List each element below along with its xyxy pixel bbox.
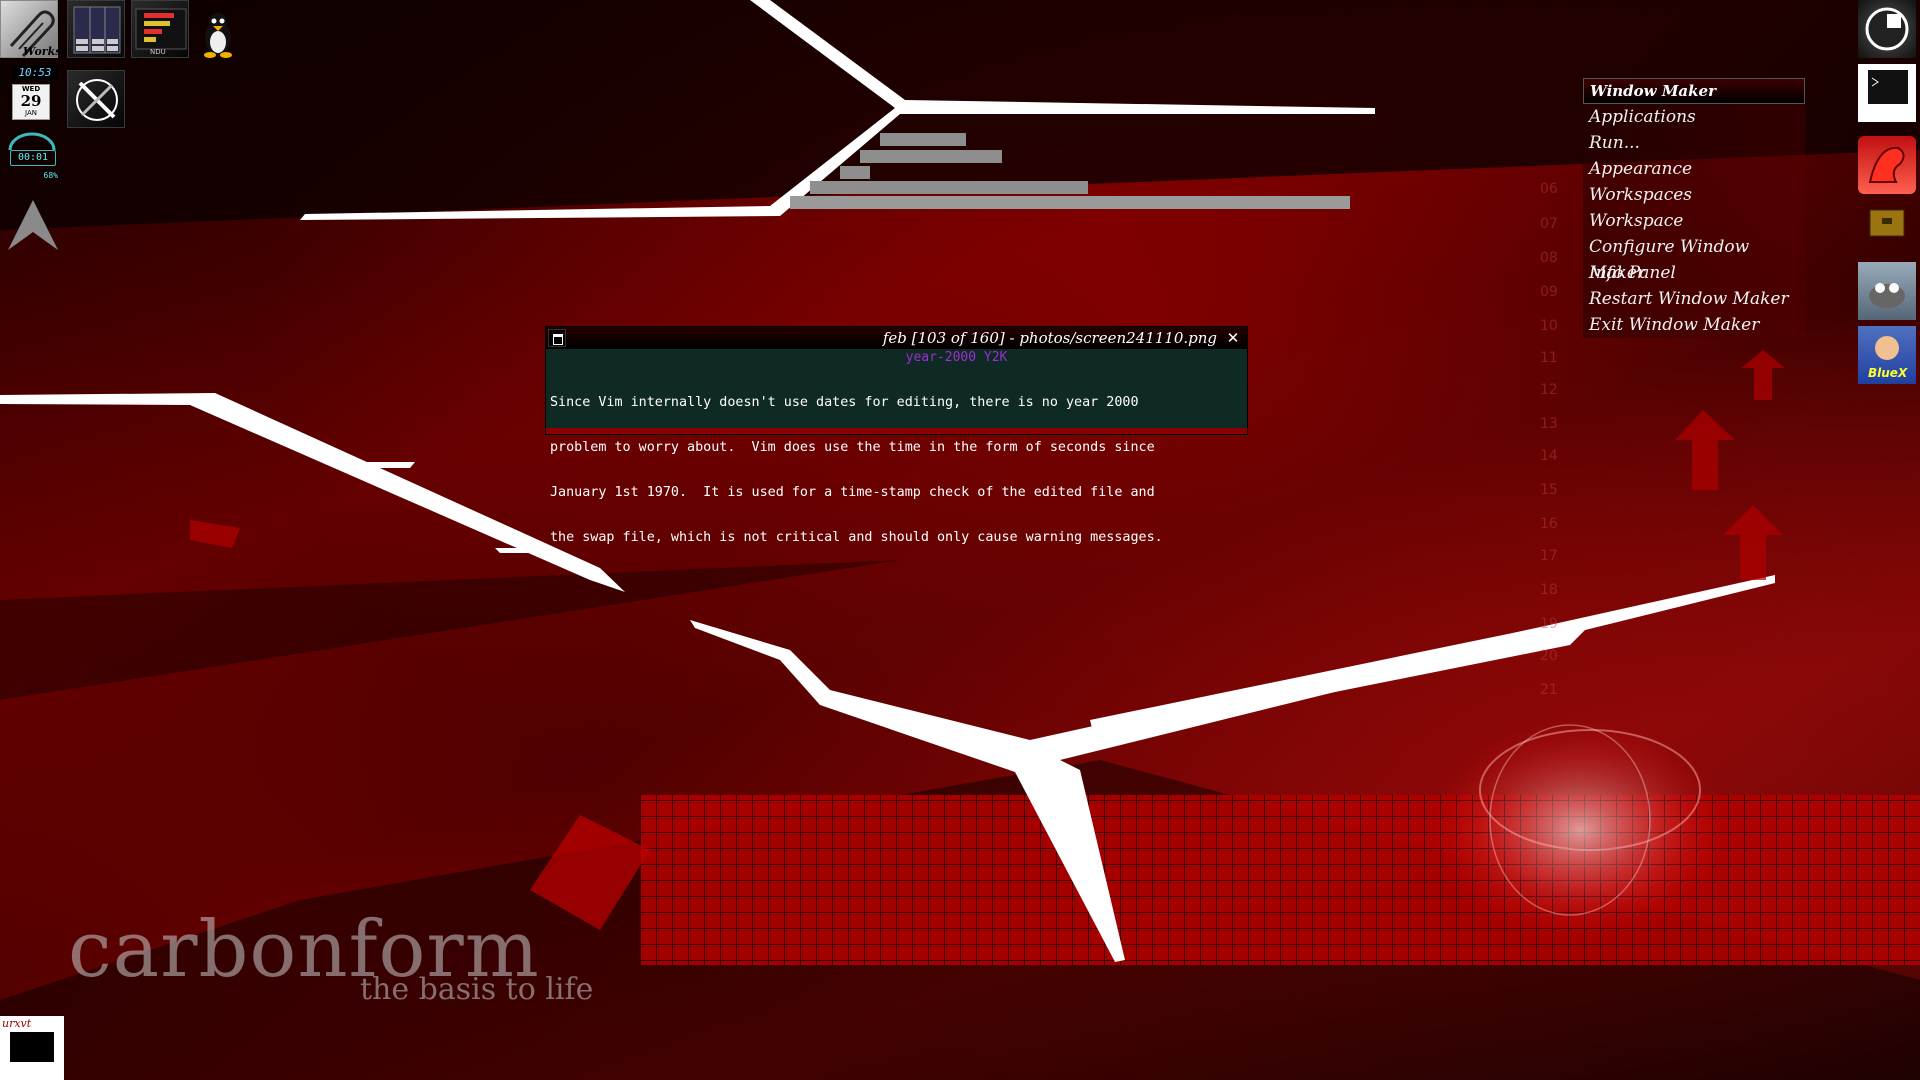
calendar-day: 29 [20,92,42,110]
workspace-dock-tile[interactable]: Worksp [0,0,69,58]
svg-text:16: 16 [1540,516,1558,532]
terminal-icon [10,1032,54,1062]
dragon-icon [1868,146,1905,183]
terminal-line: the swap file, which is not critical and… [550,530,1163,545]
gimp-icon [1869,283,1905,308]
menu-item-info-panel[interactable]: Info Panel [1583,260,1805,286]
minimize-button[interactable] [548,329,566,347]
terminal-text[interactable]: Since Vim internally doesn't use dates f… [550,365,1244,575]
close-button[interactable]: ✕ [1221,329,1245,347]
menu-item-workspaces[interactable]: Workspaces [1583,182,1805,208]
wmaker-logo-icon [1865,7,1909,51]
terminal-dock-tile[interactable] [1858,64,1916,122]
terminal-status-bar [546,428,1247,434]
wmaker-dock-tile[interactable] [1858,0,1916,58]
menu-item-exit[interactable]: Exit Window Maker [1583,312,1805,338]
svg-text:15: 15 [1540,482,1558,498]
svg-text:14: 14 [1540,448,1558,464]
tools-dock-tile[interactable] [67,70,125,128]
calendar-widget: WED 29 JAN [12,84,50,120]
menu-item-workspace[interactable]: Workspace [1583,208,1805,234]
svg-text:17: 17 [1540,548,1558,564]
help-topic-text: year-2000 Y2K [905,350,1008,365]
svg-text:08: 08 [1540,250,1558,266]
svg-text:09: 09 [1540,284,1558,300]
screwdriver-icon [76,79,118,121]
pager-icon [73,6,121,54]
gimp-dock-tile[interactable] [1858,262,1916,320]
meter-dock-tile[interactable]: NDU [131,0,189,58]
battery-display: 68% [43,171,58,180]
calendar-month: JAN [25,109,37,117]
terminal-line: problem to worry about. Vim does use the… [550,440,1155,455]
help-topic-heading: year-2000 Y2K [546,350,1247,365]
svg-text:21: 21 [1540,682,1558,698]
minimized-urxvt[interactable]: urxvt [0,1016,64,1080]
svg-text:07: 07 [1540,216,1558,232]
terminal-title: feb [103 of 160] - photos/screen241110.p… [882,329,1217,347]
archive-dock-tile[interactable] [1858,200,1916,258]
timer-display: 00:01 [10,150,56,166]
menu-item-applications[interactable]: Applications [1583,104,1805,130]
terminal-line: Since Vim internally doesn't use dates f… [550,395,1139,410]
svg-text:06: 06 [1540,181,1558,197]
meter-label: NDU [150,48,166,56]
terminal-window[interactable]: feb [103 of 160] - photos/screen241110.p… [545,326,1248,545]
menu-item-run[interactable]: Run... [1583,130,1805,156]
svg-text:19: 19 [1540,616,1558,632]
svg-text:13: 13 [1540,416,1558,432]
terminal-line: January 1st 1970. It is used for a time-… [550,485,1155,500]
arch-logo-icon[interactable] [4,196,62,254]
terminal-icon [1868,70,1908,104]
terminal-titlebar[interactable]: feb [103 of 160] - photos/screen241110.p… [546,327,1247,349]
clock-display: 10:53 [12,66,58,80]
svg-text:10: 10 [1540,318,1558,334]
pager-dock-tile[interactable] [67,0,125,58]
workspace-label: Worksp [23,45,70,58]
svg-text:12: 12 [1540,382,1558,398]
bluex-dock-tile[interactable]: BlueX [1858,326,1916,384]
svg-text:11: 11 [1540,350,1558,366]
archive-box-icon [1869,209,1905,237]
dragon-dock-tile[interactable] [1858,136,1916,194]
minimized-label: urxvt [2,1017,32,1030]
menu-title[interactable]: Window Maker [1583,78,1805,104]
root-menu[interactable]: Window Maker Applications Run... Appeara… [1583,78,1805,338]
menu-item-restart[interactable]: Restart Window Maker [1583,286,1805,312]
gauge-icon [6,132,58,152]
svg-text:20: 20 [1540,648,1558,664]
tux-icon[interactable] [198,10,238,58]
wallpaper-tagline: the basis to life [360,972,594,1007]
bluex-badge: BlueX [1868,366,1908,380]
menu-item-appearance[interactable]: Appearance [1583,156,1805,182]
menu-item-configure[interactable]: Configure Window Maker [1583,234,1805,283]
svg-text:18: 18 [1540,582,1558,598]
